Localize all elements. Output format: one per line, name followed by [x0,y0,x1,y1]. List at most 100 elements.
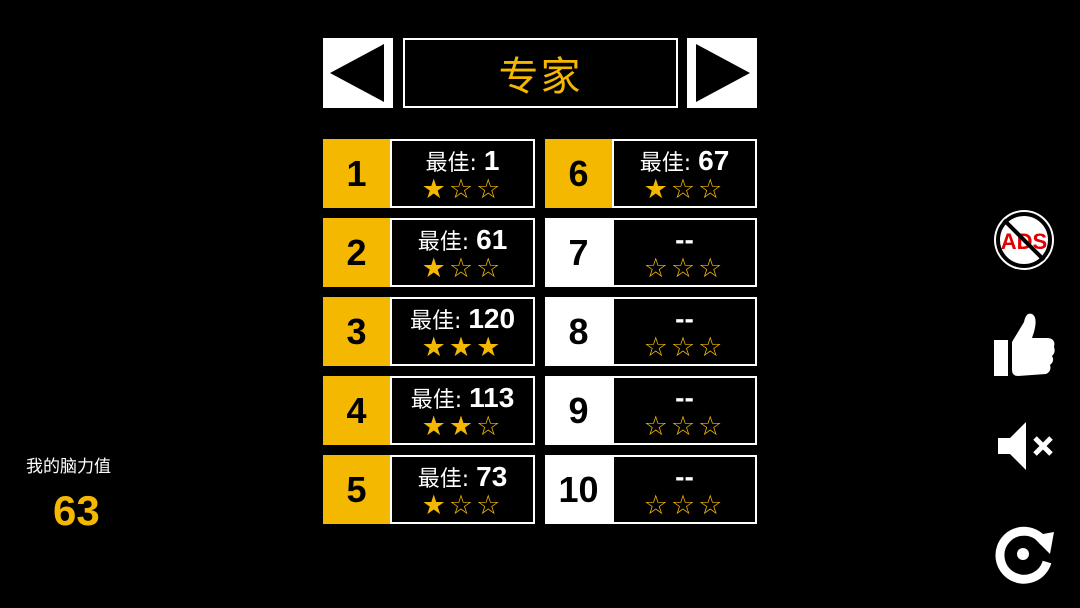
level-info: 最佳: 73 ★☆☆ [390,455,535,524]
star-empty-icon: ☆ [643,411,671,442]
restart-icon [995,526,1054,584]
star-empty-icon: ☆ [670,174,699,205]
star-empty-icon: ☆ [698,411,726,442]
best-label: 最佳: [417,467,477,492]
best-score: 67 [698,145,730,176]
best-score: 113 [469,382,515,413]
best-score: 1 [483,145,500,176]
star-empty-icon: ☆ [698,253,726,284]
star-empty-icon: ☆ [670,411,699,442]
level-info: -- ☆☆☆ [612,218,757,287]
star-empty-icon: ☆ [698,174,726,205]
level-number: 5 [323,455,390,524]
next-level-set-button[interactable] [687,38,757,108]
triangle-left-icon [330,44,384,102]
difficulty-title: 专家 [403,38,678,108]
no-ads-button[interactable]: ADS [990,206,1058,274]
star-rating: ★★★ [392,333,533,363]
star-filled-icon: ★ [421,490,449,521]
star-filled-icon: ★ [643,174,671,205]
star-rating: ★★☆ [392,412,533,442]
level-info: 最佳: 1 ★☆☆ [390,139,535,208]
level-info: 最佳: 61 ★☆☆ [390,218,535,287]
star-filled-icon: ★ [421,332,449,363]
level-info: 最佳: 67 ★☆☆ [612,139,757,208]
star-rating: ☆☆☆ [614,333,755,363]
triangle-right-icon [696,44,750,102]
best-score: 120 [468,303,516,334]
star-empty-icon: ☆ [670,332,699,363]
star-filled-icon: ★ [421,411,449,442]
star-empty-icon: ☆ [670,490,699,521]
star-empty-icon: ☆ [448,490,477,521]
level-number: 7 [545,218,612,287]
star-filled-icon: ★ [421,253,449,284]
level-card-3[interactable]: 3 最佳: 120 ★★★ [323,297,535,366]
level-info: 最佳: 113 ★★☆ [390,376,535,445]
star-rating: ★☆☆ [392,491,533,521]
best-label: 最佳: [409,309,469,334]
best-label: 最佳: [425,151,484,176]
star-empty-icon: ☆ [643,253,671,284]
best-label: 最佳: [639,151,699,176]
level-info: -- ☆☆☆ [612,376,757,445]
star-filled-icon: ★ [421,174,449,205]
level-card-5[interactable]: 5 最佳: 73 ★☆☆ [323,455,535,524]
level-number: 3 [323,297,390,366]
mute-button[interactable] [994,418,1056,474]
star-filled-icon: ★ [448,332,477,363]
level-number: 1 [323,139,390,208]
star-empty-icon: ☆ [448,174,477,205]
best-score: 73 [476,461,508,492]
no-ads-icon: ADS [994,210,1054,270]
level-number: 6 [545,139,612,208]
brain-value-label: 我的脑力值 [26,457,111,477]
star-empty-icon: ☆ [698,490,726,521]
star-rating: ★☆☆ [392,254,533,284]
level-number: 9 [545,376,612,445]
brain-value: 63 [53,487,100,534]
star-empty-icon: ☆ [670,253,699,284]
level-card-9[interactable]: 9 -- ☆☆☆ [545,376,757,445]
prev-level-set-button[interactable] [323,38,393,108]
level-number: 10 [545,455,612,524]
level-info: -- ☆☆☆ [612,455,757,524]
like-button[interactable] [990,308,1058,380]
star-empty-icon: ☆ [476,253,504,284]
star-empty-icon: ☆ [643,490,671,521]
level-info: 最佳: 120 ★★★ [390,297,535,366]
best-score: -- [675,382,694,413]
best-score: 61 [476,224,508,255]
level-number: 2 [323,218,390,287]
best-score: -- [675,461,694,492]
level-card-4[interactable]: 4 最佳: 113 ★★☆ [323,376,535,445]
star-empty-icon: ☆ [448,253,477,284]
star-filled-icon: ★ [448,411,477,442]
level-number: 4 [323,376,390,445]
level-info: -- ☆☆☆ [612,297,757,366]
star-rating: ☆☆☆ [614,491,755,521]
star-rating: ★☆☆ [392,175,533,205]
best-label: 最佳: [410,388,470,413]
level-card-8[interactable]: 8 -- ☆☆☆ [545,297,757,366]
level-card-1[interactable]: 1 最佳: 1 ★☆☆ [323,139,535,208]
level-card-10[interactable]: 10 -- ☆☆☆ [545,455,757,524]
star-empty-icon: ☆ [476,411,504,442]
restart-button[interactable] [992,522,1056,586]
star-empty-icon: ☆ [698,332,726,363]
speaker-muted-icon [998,422,1053,470]
star-empty-icon: ☆ [476,490,504,521]
level-card-2[interactable]: 2 最佳: 61 ★☆☆ [323,218,535,287]
level-number: 8 [545,297,612,366]
best-label: 最佳: [417,230,477,255]
level-card-7[interactable]: 7 -- ☆☆☆ [545,218,757,287]
star-filled-icon: ★ [476,332,504,363]
star-empty-icon: ☆ [476,174,504,205]
level-card-6[interactable]: 6 最佳: 67 ★☆☆ [545,139,757,208]
star-empty-icon: ☆ [643,332,671,363]
star-rating: ★☆☆ [614,175,755,205]
star-rating: ☆☆☆ [614,412,755,442]
best-score: -- [675,224,694,255]
thumbs-up-icon [994,313,1055,376]
best-score: -- [675,303,694,334]
